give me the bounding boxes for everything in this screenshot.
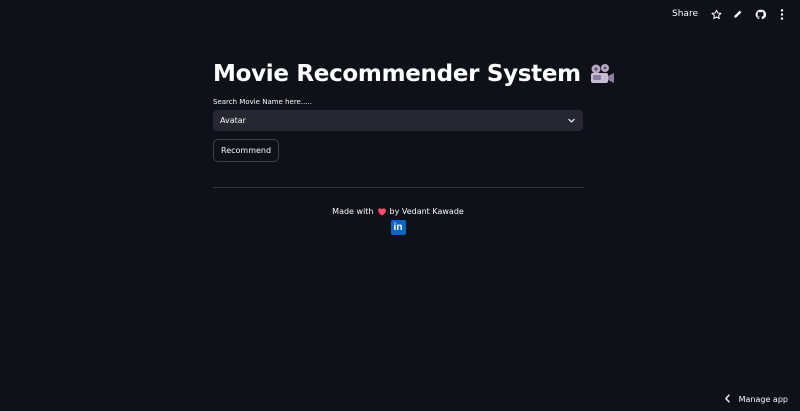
selected-movie: Avatar <box>220 116 246 125</box>
made-with-text: Made with <box>332 206 374 216</box>
pencil-icon[interactable] <box>732 8 744 20</box>
page-title: Movie Recommender System <box>213 61 581 87</box>
title-row: Movie Recommender System <box>213 57 614 91</box>
recommend-button[interactable]: Recommend <box>213 139 280 162</box>
heart-icon <box>377 207 387 216</box>
search-label: Search Movie Name here..... <box>213 98 312 106</box>
divider <box>213 187 584 188</box>
footer: Made with by Vedant Kawade in <box>213 205 583 235</box>
manage-app-label: Manage app <box>738 395 788 404</box>
movie-select[interactable]: Avatar <box>213 110 583 131</box>
chevron-left-icon <box>724 394 731 405</box>
share-button[interactable]: Share <box>672 9 698 19</box>
top-toolbar: Share <box>672 0 800 28</box>
main-content: Movie Recommender System Search Movie Na… <box>213 57 614 235</box>
github-icon[interactable] <box>754 8 766 20</box>
author-text: by Vedant Kawade <box>389 206 464 216</box>
film-projector-icon <box>589 63 615 85</box>
star-icon[interactable] <box>710 8 722 20</box>
linkedin-icon[interactable]: in <box>390 220 406 235</box>
more-vertical-icon[interactable] <box>776 8 788 20</box>
chevron-down-icon[interactable] <box>566 116 576 126</box>
footer-credit: Made with by Vedant Kawade <box>213 205 583 217</box>
manage-app-button[interactable]: Manage app <box>724 394 788 405</box>
